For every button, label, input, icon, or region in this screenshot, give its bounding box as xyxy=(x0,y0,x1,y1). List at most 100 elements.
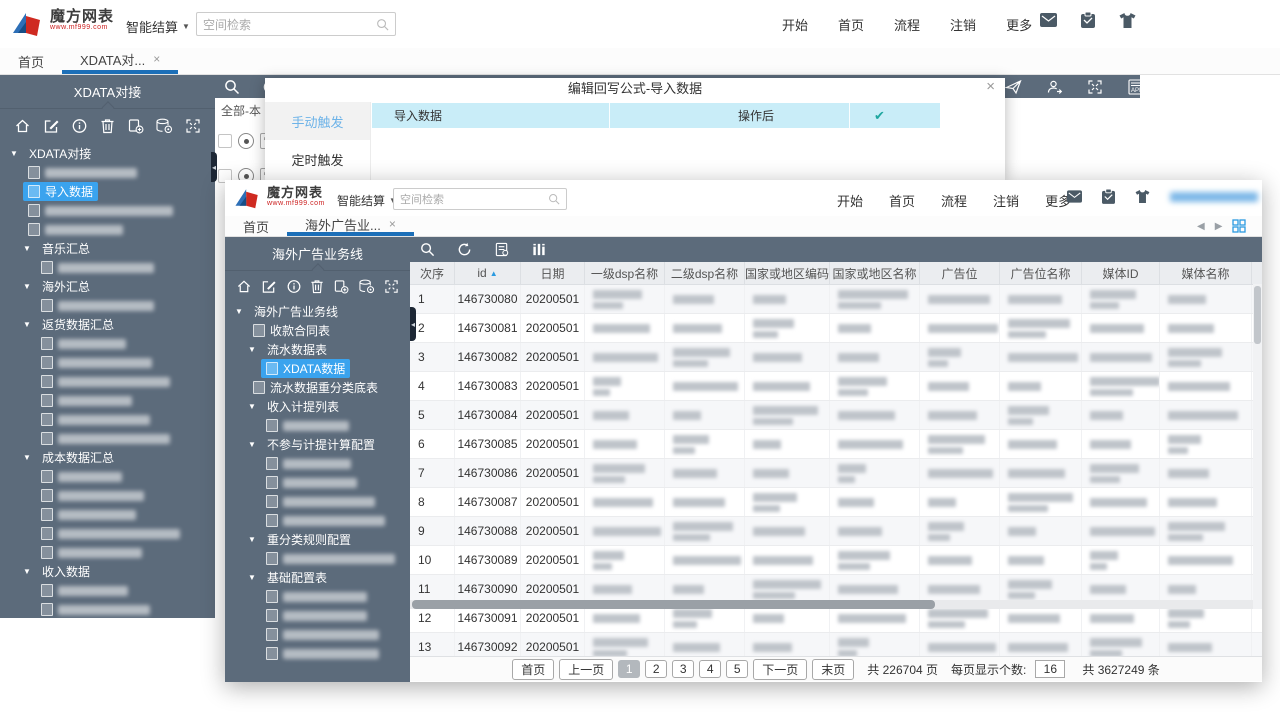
menu-item-首页[interactable]: 首页 xyxy=(889,191,915,210)
tree-item-redacted[interactable] xyxy=(6,353,215,372)
expand-icon[interactable] xyxy=(185,118,201,134)
info-icon[interactable] xyxy=(286,279,302,294)
send-icon[interactable] xyxy=(1005,79,1022,95)
logo-icon[interactable] xyxy=(233,185,261,210)
tree-item-redacted[interactable] xyxy=(6,296,215,315)
shirt-icon[interactable] xyxy=(1119,13,1136,28)
table-row[interactable]: 414673008320200501 xyxy=(410,372,1262,401)
tree-item-返货数据汇总[interactable]: ▼返货数据汇总 xyxy=(6,315,215,334)
tree-item-redacted[interactable] xyxy=(231,454,410,473)
column-header-国家或地区编码[interactable]: 国家或地区编码 xyxy=(745,262,830,284)
edit-icon[interactable] xyxy=(261,279,277,294)
page-last-button[interactable]: 末页 xyxy=(812,659,854,680)
tab-首页[interactable]: 首页 xyxy=(225,216,287,236)
search-icon[interactable] xyxy=(224,79,240,95)
tree-item-XDATA数据[interactable]: XDATA数据 xyxy=(231,359,410,378)
columns-icon[interactable] xyxy=(532,242,546,257)
grid-view-icon[interactable] xyxy=(1232,219,1246,233)
database-gear-icon[interactable] xyxy=(358,279,375,294)
horizontal-scrollbar[interactable] xyxy=(410,600,1253,609)
page-number-1[interactable]: 1 xyxy=(618,660,640,678)
form-icon[interactable] xyxy=(494,242,510,257)
tree-item-redacted[interactable] xyxy=(6,467,215,486)
tree-item-不参与计提计算配置[interactable]: ▼不参与计提计算配置 xyxy=(231,435,410,454)
trash-icon[interactable] xyxy=(310,279,324,294)
page-number-5[interactable]: 5 xyxy=(726,660,748,678)
tree-item-redacted[interactable] xyxy=(231,511,410,530)
tree-item-导入数据[interactable]: 导入数据 xyxy=(6,182,215,201)
page-number-2[interactable]: 2 xyxy=(645,660,667,678)
database-gear-icon[interactable] xyxy=(155,118,173,134)
column-header-id[interactable]: id▲ xyxy=(455,262,521,284)
vscroll-thumb[interactable] xyxy=(1254,286,1261,344)
checkbox[interactable] xyxy=(218,134,232,148)
tree-item-redacted[interactable] xyxy=(6,543,215,562)
tree-item-redacted[interactable] xyxy=(6,372,215,391)
search-icon[interactable] xyxy=(420,242,435,257)
checkmark-icon[interactable]: ✔ xyxy=(874,108,885,124)
shirt-icon[interactable] xyxy=(1135,190,1150,203)
tab-XDATA对...[interactable]: XDATA对...× xyxy=(62,48,178,74)
page-number-3[interactable]: 3 xyxy=(672,660,694,678)
tree-item-redacted[interactable] xyxy=(6,220,215,239)
tree-item-流水数据表[interactable]: ▼流水数据表 xyxy=(231,340,410,359)
tab-close-icon[interactable]: × xyxy=(153,52,160,66)
table-row[interactable]: 614673008520200501 xyxy=(410,430,1262,459)
page-prev-button[interactable]: 上一页 xyxy=(559,659,613,680)
tree-item-redacted[interactable] xyxy=(6,505,215,524)
menu-item-流程[interactable]: 流程 xyxy=(894,15,920,34)
sidebar-collapse-handle[interactable]: ◂ xyxy=(410,307,416,341)
tree-item-redacted[interactable] xyxy=(6,163,215,182)
tree-item-redacted[interactable] xyxy=(231,587,410,606)
clipboard-icon[interactable] xyxy=(1081,12,1095,28)
product-select[interactable]: 智能结算▼ xyxy=(337,192,397,209)
tree-item-redacted[interactable] xyxy=(6,201,215,220)
tree-item-海外广告业务线[interactable]: ▼海外广告业务线 xyxy=(231,302,410,321)
column-header-广告位名称[interactable]: 广告位名称 xyxy=(1000,262,1082,284)
tree-item-收入数据[interactable]: ▼收入数据 xyxy=(6,562,215,581)
tree-item-redacted[interactable] xyxy=(6,581,215,600)
refresh-icon[interactable] xyxy=(457,242,472,257)
table-row[interactable]: 914673008820200501 xyxy=(410,517,1262,546)
column-header-广告位[interactable]: 广告位 xyxy=(920,262,1000,284)
per-page-input[interactable]: 16 xyxy=(1035,660,1065,678)
space-search-input[interactable]: 空间检索 xyxy=(196,12,396,36)
tree-item-redacted[interactable] xyxy=(6,334,215,353)
tree-item-redacted[interactable] xyxy=(231,625,410,644)
space-search-input[interactable]: 空间检索 xyxy=(393,188,567,210)
vertical-scrollbar[interactable] xyxy=(1253,284,1262,609)
tab-海外广告业...[interactable]: 海外广告业...× xyxy=(287,216,414,236)
tree-item-redacted[interactable] xyxy=(231,644,410,663)
tree-item-XDATA对接[interactable]: ▼XDATA对接 xyxy=(6,144,215,163)
eye-icon[interactable] xyxy=(238,133,254,149)
tree-item-redacted[interactable] xyxy=(231,492,410,511)
mail-icon[interactable] xyxy=(1067,190,1082,203)
tree-item-收入计提列表[interactable]: ▼收入计提列表 xyxy=(231,397,410,416)
sort-asc-icon[interactable]: ▲ xyxy=(490,269,498,278)
hscroll-thumb[interactable] xyxy=(412,600,935,609)
page-number-4[interactable]: 4 xyxy=(699,660,721,678)
tree-item-redacted[interactable] xyxy=(6,391,215,410)
table-row[interactable]: 1014673008920200501 xyxy=(410,546,1262,575)
tree-item-redacted[interactable] xyxy=(6,524,215,543)
fullscreen-icon[interactable] xyxy=(1087,79,1103,95)
tree-item-海外汇总[interactable]: ▼海外汇总 xyxy=(6,277,215,296)
username-redacted[interactable] xyxy=(1170,192,1258,202)
trash-icon[interactable] xyxy=(100,118,115,134)
table-row[interactable]: 114673008020200501 xyxy=(410,285,1262,314)
tree-item-成本数据汇总[interactable]: ▼成本数据汇总 xyxy=(6,448,215,467)
close-icon[interactable]: × xyxy=(986,78,995,95)
tree-item-重分类规则配置[interactable]: ▼重分类规则配置 xyxy=(231,530,410,549)
tree-item-redacted[interactable] xyxy=(6,410,215,429)
tab-scroll-left-icon[interactable]: ◀ xyxy=(1197,221,1205,232)
tree-item-redacted[interactable] xyxy=(6,600,215,618)
api-doc-icon[interactable]: API xyxy=(1127,79,1145,95)
column-header-次序[interactable]: 次序 xyxy=(410,262,455,284)
product-select[interactable]: 智能结算▼ xyxy=(126,17,190,36)
menu-item-流程[interactable]: 流程 xyxy=(941,191,967,210)
tab-timed-trigger[interactable]: 定时触发 xyxy=(265,140,370,178)
edit-icon[interactable] xyxy=(43,118,60,134)
menu-item-首页[interactable]: 首页 xyxy=(838,15,864,34)
tree-item-流水数据重分类底表[interactable]: 流水数据重分类底表 xyxy=(231,378,410,397)
tree-item-redacted[interactable] xyxy=(231,606,410,625)
